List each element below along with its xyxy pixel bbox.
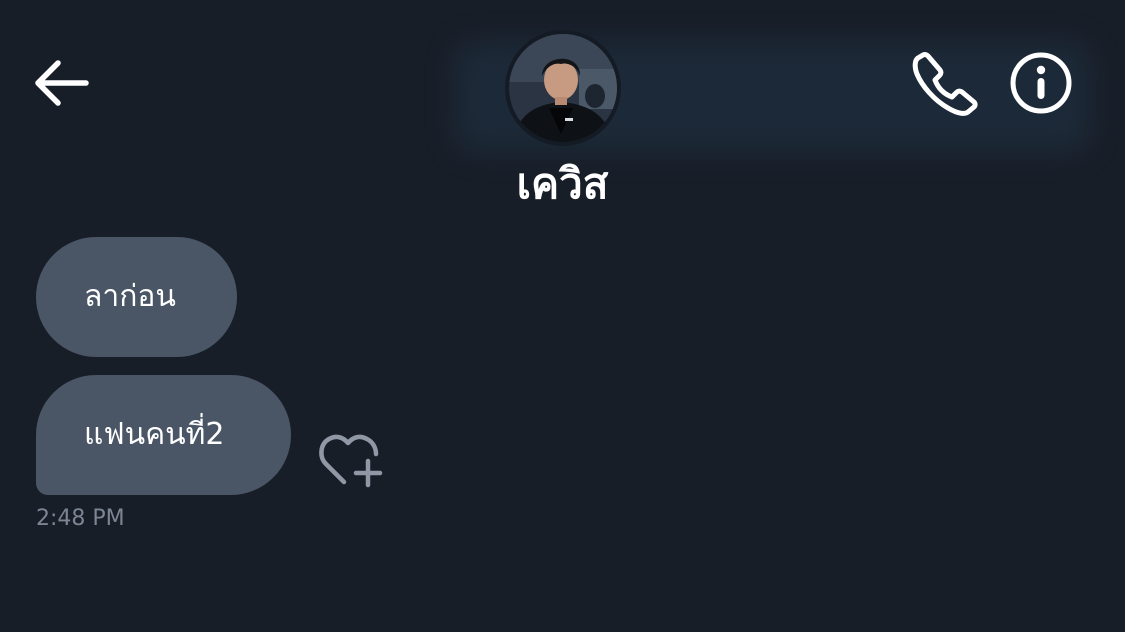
- avatar-photo: [509, 34, 617, 142]
- message-bubble[interactable]: ลาก่อน: [36, 237, 237, 357]
- phone-icon: [912, 51, 978, 116]
- message-timestamp: 2:48 PM: [36, 506, 125, 531]
- heart-plus-icon: [319, 434, 383, 488]
- message-bubble[interactable]: แฟนคนที่2: [36, 375, 291, 495]
- arrow-left-icon: [35, 60, 89, 106]
- call-button[interactable]: [910, 50, 980, 116]
- back-button[interactable]: [30, 58, 92, 108]
- info-button[interactable]: [1006, 48, 1076, 118]
- contact-name[interactable]: เควิส: [0, 158, 1125, 210]
- message-text: แฟนคนที่2: [84, 417, 225, 452]
- message-text: ลาก่อน: [84, 279, 176, 314]
- info-circle-icon: [1010, 52, 1072, 114]
- contact-avatar[interactable]: [509, 34, 617, 142]
- add-reaction-button[interactable]: [318, 428, 386, 490]
